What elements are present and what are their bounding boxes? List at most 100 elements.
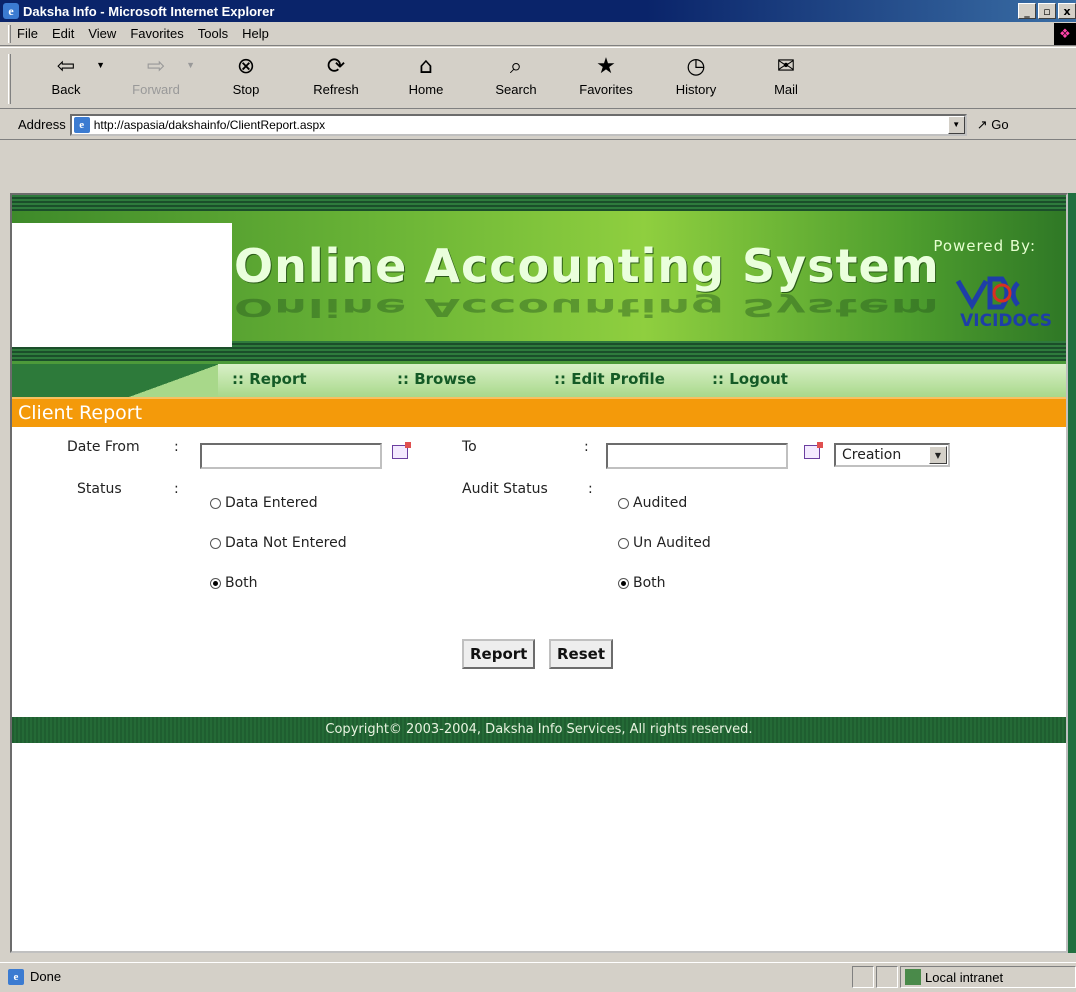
radio-dot[interactable] bbox=[618, 497, 629, 509]
status-pane bbox=[852, 966, 874, 988]
status-both-radio[interactable]: Both bbox=[210, 575, 258, 591]
mail-icon: ✉ bbox=[776, 54, 796, 79]
search-label: Search bbox=[495, 82, 537, 97]
back-label: Back bbox=[51, 82, 81, 97]
forward-button[interactable]: ⇨ Forward ▼ bbox=[111, 48, 201, 97]
status-text: Done bbox=[30, 969, 62, 984]
date-to-calendar-icon[interactable] bbox=[804, 442, 823, 459]
history-icon: ◷ bbox=[686, 54, 706, 79]
ie-logo-icon: e bbox=[3, 3, 19, 19]
nav-logout[interactable]: :: Logout bbox=[712, 370, 788, 388]
scrollbar[interactable] bbox=[1068, 193, 1076, 953]
nav-bar: :: Report :: Browse :: Edit Profile :: L… bbox=[12, 361, 1066, 397]
site-banner: Online Accounting System Online Accounti… bbox=[12, 211, 1066, 347]
address-label: Address bbox=[18, 117, 66, 132]
refresh-icon: ⟳ bbox=[326, 54, 346, 79]
audit-option-label: Both bbox=[633, 575, 666, 591]
radio-dot-selected[interactable] bbox=[618, 577, 629, 589]
date-from-colon: : bbox=[174, 439, 179, 455]
audit-option-label: Audited bbox=[633, 495, 688, 511]
page-viewport: Online Accounting System Online Accounti… bbox=[10, 193, 1068, 953]
favorites-label: Favorites bbox=[579, 82, 633, 97]
nav-report[interactable]: :: Report bbox=[232, 370, 307, 388]
status-data-entered-radio[interactable]: Data Entered bbox=[210, 495, 318, 511]
address-bar: Address e http://aspasia/dakshainfo/Clie… bbox=[0, 110, 1076, 140]
nav-slant bbox=[12, 364, 218, 397]
back-button[interactable]: ⇦ Back ▼ bbox=[21, 48, 111, 97]
favorites-icon: ★ bbox=[596, 54, 616, 79]
search-icon: ⌕ bbox=[509, 54, 523, 79]
menu-file[interactable]: File bbox=[17, 26, 38, 41]
menu-edit[interactable]: Edit bbox=[52, 26, 74, 41]
date-type-select[interactable]: Creation ▼ bbox=[834, 443, 950, 467]
home-button[interactable]: ⌂ Home bbox=[381, 48, 471, 97]
menu-favorites[interactable]: Favorites bbox=[130, 26, 183, 41]
forward-arrow-icon: ⇨ bbox=[146, 54, 166, 79]
address-dropdown-icon[interactable]: ▼ bbox=[947, 115, 965, 134]
search-button[interactable]: ⌕ Search bbox=[471, 48, 561, 97]
date-from-label: Date From bbox=[67, 439, 140, 455]
home-label: Home bbox=[408, 82, 444, 97]
minimize-button[interactable]: _ bbox=[1018, 3, 1036, 19]
maximize-button[interactable]: ▫ bbox=[1038, 3, 1056, 19]
stop-button[interactable]: ⊗ Stop bbox=[201, 48, 291, 97]
audit-option-label: Un Audited bbox=[633, 535, 711, 551]
status-pane bbox=[876, 966, 898, 988]
chevron-down-icon[interactable]: ▼ bbox=[929, 446, 947, 464]
menu-help[interactable]: Help bbox=[242, 26, 269, 41]
back-arrow-icon: ⇦ bbox=[56, 54, 76, 79]
menu-view[interactable]: View bbox=[88, 26, 116, 41]
to-colon: : bbox=[584, 439, 589, 455]
nav-browse[interactable]: :: Browse bbox=[397, 370, 476, 388]
close-button[interactable]: x bbox=[1058, 3, 1076, 19]
audit-status-label: Audit Status bbox=[462, 481, 548, 497]
radio-dot[interactable] bbox=[210, 537, 221, 549]
go-button[interactable]: ↗ Go bbox=[977, 117, 1009, 133]
status-label: Status bbox=[77, 481, 122, 497]
menu-tools[interactable]: Tools bbox=[198, 26, 228, 41]
intranet-icon bbox=[905, 969, 921, 985]
banner-stripe-top bbox=[12, 195, 1066, 211]
reset-button[interactable]: Reset bbox=[549, 639, 613, 669]
go-label: Go bbox=[991, 116, 1009, 132]
status-option-label: Data Not Entered bbox=[225, 535, 347, 551]
toolbar-grip bbox=[8, 54, 11, 104]
address-input[interactable]: e http://aspasia/dakshainfo/ClientReport… bbox=[69, 113, 967, 136]
refresh-button[interactable]: ⟳ Refresh bbox=[291, 48, 381, 97]
audit-audited-radio[interactable]: Audited bbox=[618, 495, 687, 511]
radio-dot[interactable] bbox=[618, 537, 629, 549]
audit-un-audited-radio[interactable]: Un Audited bbox=[618, 535, 711, 551]
page-heading: Client Report bbox=[12, 397, 1066, 427]
date-from-input[interactable] bbox=[200, 443, 382, 469]
standard-buttons: ⇦ Back ▼ ⇨ Forward ▼ ⊗ Stop ⟳ Refresh ⌂ … bbox=[0, 47, 1076, 109]
report-button[interactable]: Report bbox=[462, 639, 536, 669]
date-to-input[interactable] bbox=[606, 443, 788, 469]
browser-window: e Daksha Info - Microsoft Internet Explo… bbox=[0, 0, 1076, 992]
favorites-button[interactable]: ★ Favorites bbox=[561, 48, 651, 97]
date-from-calendar-icon[interactable] bbox=[392, 442, 411, 459]
window-controls: _ ▫ x bbox=[1018, 3, 1076, 19]
history-button[interactable]: ◷ History bbox=[651, 48, 741, 97]
page-footer: Copyright© 2003-2004, Daksha Info Servic… bbox=[12, 717, 1066, 743]
title-bar: e Daksha Info - Microsoft Internet Explo… bbox=[0, 0, 1076, 22]
banner-title: Online Accounting System bbox=[234, 239, 940, 293]
zone-label: Local intranet bbox=[925, 969, 1004, 985]
status-option-label: Data Entered bbox=[225, 495, 318, 511]
forward-dropdown-icon[interactable]: ▼ bbox=[186, 60, 195, 70]
radio-dot[interactable] bbox=[210, 497, 221, 509]
home-icon: ⌂ bbox=[419, 54, 433, 79]
date-type-selected: Creation bbox=[842, 447, 902, 463]
back-dropdown-icon[interactable]: ▼ bbox=[96, 60, 105, 70]
security-zone: Local intranet bbox=[900, 966, 1076, 988]
menu-bar: File Edit View Favorites Tools Help ❖ bbox=[0, 22, 1076, 46]
nav-edit-profile[interactable]: :: Edit Profile bbox=[554, 370, 665, 388]
status-data-not-entered-radio[interactable]: Data Not Entered bbox=[210, 535, 347, 551]
page-icon: e bbox=[73, 116, 90, 133]
audit-both-radio[interactable]: Both bbox=[618, 575, 666, 591]
mail-button[interactable]: ✉ Mail bbox=[741, 48, 831, 97]
client-report-form: Date From : To : Creation ▼ Status : Dat… bbox=[12, 427, 1066, 717]
stop-icon: ⊗ bbox=[236, 54, 256, 79]
radio-dot-selected[interactable] bbox=[210, 577, 221, 589]
status-bar: e Done Local intranet bbox=[0, 962, 1076, 990]
window-title: Daksha Info - Microsoft Internet Explore… bbox=[23, 3, 275, 19]
